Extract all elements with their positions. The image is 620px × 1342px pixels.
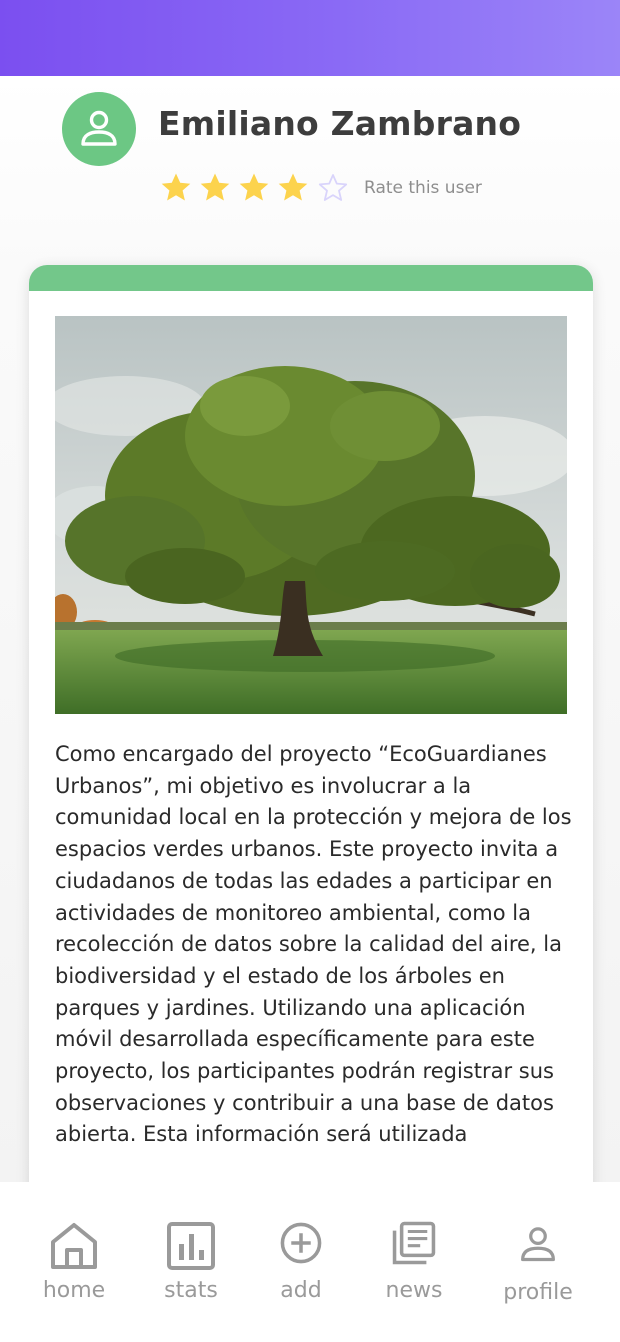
news-icon: [392, 1221, 436, 1265]
star-icon-empty[interactable]: [317, 172, 349, 204]
person-icon: [81, 110, 117, 146]
nav-label-add: add: [280, 1278, 322, 1303]
top-bar: [0, 0, 620, 76]
card-accent-bar: [29, 265, 593, 291]
post-image: [55, 316, 567, 714]
nav-item-profile[interactable]: profile: [478, 1220, 598, 1320]
nav-label-home: home: [42, 1278, 106, 1303]
add-icon: [280, 1222, 322, 1264]
star-icon-filled[interactable]: [277, 172, 309, 204]
home-icon: [51, 1223, 97, 1269]
nav-item-stats[interactable]: stats: [131, 1220, 251, 1320]
nav-label-stats: stats: [164, 1278, 218, 1303]
post-description: Como encargado del proyecto “EcoGuardian…: [55, 742, 572, 1147]
nav-item-home[interactable]: home: [14, 1220, 134, 1320]
nav-label-news: news: [385, 1278, 443, 1303]
rate-user-link[interactable]: Rate this user: [364, 178, 482, 198]
nav-label-profile: profile: [503, 1280, 573, 1305]
star-icon-filled[interactable]: [199, 172, 231, 204]
profile-icon: [521, 1227, 555, 1262]
user-name: Emiliano Zambrano: [158, 104, 522, 143]
nav-item-news[interactable]: news: [354, 1220, 474, 1320]
star-icon-filled[interactable]: [238, 172, 270, 204]
nav-item-add[interactable]: add: [241, 1220, 361, 1320]
tree-photo: [55, 316, 567, 714]
bottom-navigation: home stats add news profile: [0, 1182, 620, 1342]
star-icon-filled[interactable]: [160, 172, 192, 204]
post-card: Como encargado del proyecto “EcoGuardian…: [29, 265, 593, 1265]
stats-icon: [167, 1222, 215, 1270]
avatar[interactable]: [62, 92, 136, 166]
